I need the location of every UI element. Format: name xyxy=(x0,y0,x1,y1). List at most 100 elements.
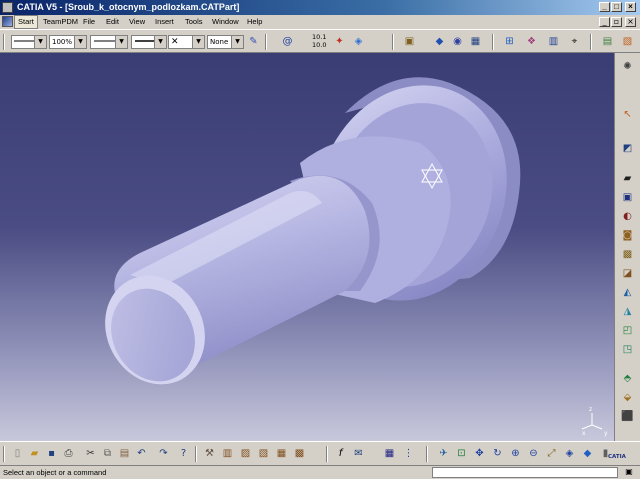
render-style-icon[interactable]: ◆ xyxy=(580,446,595,461)
draft-icon[interactable]: ⬘ xyxy=(620,371,635,386)
select-arrow-icon[interactable]: ↖ xyxy=(620,107,635,122)
point-symbol-combo[interactable]: ✕ ▼ xyxy=(168,35,205,49)
compass-icon[interactable]: ✺ xyxy=(620,59,635,74)
fit-all-icon[interactable]: ⊡ xyxy=(454,446,469,461)
line-type-icon xyxy=(94,40,115,42)
shell-icon[interactable]: ⬙ xyxy=(620,390,635,405)
minimize-button[interactable]: _ xyxy=(599,2,610,12)
scale-top-label: 10.1 xyxy=(312,33,327,41)
compass-z-label: z xyxy=(589,406,592,413)
sketcher-icon[interactable]: ◈ xyxy=(351,34,366,49)
walk-icon[interactable]: ◆ xyxy=(432,34,447,49)
chevron-down-icon[interactable]: ▼ xyxy=(115,36,127,48)
catalog-icon[interactable]: ▦ xyxy=(468,34,483,49)
catalog-browser-icon[interactable]: ▦ xyxy=(274,446,289,461)
loft-icon[interactable]: ◮ xyxy=(620,304,635,319)
normal-view-icon[interactable]: ⤢ xyxy=(544,446,559,461)
command-input[interactable] xyxy=(432,467,618,478)
measure-item-icon[interactable]: ▥ xyxy=(220,446,235,461)
chevron-down-icon[interactable]: ▼ xyxy=(192,36,204,48)
undo-icon[interactable]: ↶ xyxy=(134,446,149,461)
measure-inertia-icon[interactable]: ▨ xyxy=(238,446,253,461)
slot-icon[interactable]: ◪ xyxy=(620,266,635,281)
zoom-combo[interactable]: 100% ▼ xyxy=(49,35,87,49)
redo-icon[interactable]: ↷ xyxy=(156,446,171,461)
format-painter-icon[interactable]: ✎ xyxy=(246,34,261,49)
zoom-in-icon[interactable]: ⊕ xyxy=(508,446,523,461)
properties-icon[interactable]: ▥ xyxy=(546,34,561,49)
hyperlink-icon[interactable]: @ xyxy=(280,34,295,49)
thickness-icon[interactable]: ⬛ xyxy=(620,409,635,424)
new-icon[interactable]: ▯ xyxy=(10,446,25,461)
save-icon[interactable]: ▪ xyxy=(44,446,59,461)
open-icon[interactable]: ▰ xyxy=(27,446,42,461)
close-button[interactable]: × xyxy=(625,2,636,12)
layer-combo[interactable]: None ▼ xyxy=(207,35,244,49)
cut-icon[interactable]: ✂ xyxy=(83,446,98,461)
doc-minimize-button[interactable]: _ xyxy=(599,17,610,27)
line-type-combo[interactable]: ▼ xyxy=(90,35,128,49)
print-icon[interactable]: ⎙ xyxy=(61,446,76,461)
rib-icon[interactable]: ▩ xyxy=(620,247,635,262)
menu-window[interactable]: Window xyxy=(212,15,239,29)
analysis-icon[interactable]: ▧ xyxy=(256,446,271,461)
chevron-down-icon[interactable]: ▼ xyxy=(74,36,86,48)
tree-icon[interactable]: ⋮ xyxy=(401,446,416,461)
menu-start[interactable]: Start xyxy=(14,15,38,29)
rotate-icon[interactable]: ↻ xyxy=(490,446,505,461)
apply-material-icon[interactable]: ✦ xyxy=(332,34,347,49)
paste-icon[interactable]: ▤ xyxy=(117,446,132,461)
formula-icon[interactable]: f xyxy=(333,446,348,461)
bottom-icon[interactable]: ▧ xyxy=(620,34,635,49)
chevron-down-icon[interactable]: ▼ xyxy=(231,36,243,48)
menu-tools[interactable]: Tools xyxy=(185,15,203,29)
line-weight-combo[interactable]: ▼ xyxy=(131,35,167,49)
menu-insert[interactable]: Insert xyxy=(155,15,174,29)
publication-icon[interactable]: ▩ xyxy=(292,446,307,461)
zoom-out-icon[interactable]: ⊖ xyxy=(526,446,541,461)
line-color-combo[interactable]: ▼ xyxy=(11,35,47,49)
graphic-properties-toolbar: ▼ 100% ▼ ▼ ▼ ✕ ▼ None ▼ ✎ @ 10.1 10.0 ✦ … xyxy=(0,29,640,53)
split-view-icon[interactable]: ⊞ xyxy=(502,34,517,49)
menu-edit[interactable]: Edit xyxy=(106,15,119,29)
fly-mode-icon[interactable]: ▣ xyxy=(402,34,417,49)
pad-icon[interactable]: ▰ xyxy=(620,171,635,186)
doc-close-button[interactable]: × xyxy=(625,17,636,27)
3d-viewport[interactable]: z x y xyxy=(0,53,614,441)
pocket-icon[interactable]: ▣ xyxy=(620,190,635,205)
sketch-icon[interactable]: ◩ xyxy=(620,141,635,156)
command-icon[interactable]: ▣ xyxy=(622,465,636,478)
menu-view[interactable]: View xyxy=(129,15,145,29)
fillet-icon[interactable]: ◰ xyxy=(620,323,635,338)
standard-toolbar: ▯ ▰ ▪ ⎙ ✂ ⧉ ▤ ↶ ↷ ? ⚒ ▥ ▨ ▧ ▦ ▩ f ✉ ▦ ⋮ … xyxy=(0,441,640,465)
menu-help[interactable]: Help xyxy=(247,15,262,29)
part-render: z x y xyxy=(105,77,608,437)
chevron-down-icon[interactable]: ▼ xyxy=(34,36,46,48)
measure-icon[interactable]: ⚒ xyxy=(202,446,217,461)
stiffener-icon[interactable]: ◭ xyxy=(620,285,635,300)
look-at-icon[interactable]: ◉ xyxy=(450,34,465,49)
comment-icon[interactable]: ✉ xyxy=(351,446,366,461)
shaft-icon[interactable]: ◐ xyxy=(620,209,635,224)
knowledge-icon[interactable]: ❖ xyxy=(524,34,539,49)
pan-icon[interactable]: ⌖ xyxy=(567,34,582,49)
catia-app-icon[interactable] xyxy=(2,2,13,13)
toolbar-separator xyxy=(392,34,394,50)
pan-icon[interactable]: ✥ xyxy=(472,446,487,461)
copy-icon[interactable]: ⧉ xyxy=(100,446,115,461)
chamfer-icon[interactable]: ◳ xyxy=(620,342,635,357)
document-icon[interactable] xyxy=(2,16,13,27)
chevron-down-icon[interactable]: ▼ xyxy=(154,36,166,48)
menu-teampdm[interactable]: TeamPDM xyxy=(43,15,78,29)
scale-icon[interactable]: 10.1 10.0 xyxy=(312,33,326,49)
views-icon[interactable]: ◈ xyxy=(562,446,577,461)
status-bar: Select an object or a command ▣ xyxy=(0,465,640,479)
maximize-button[interactable]: □ xyxy=(611,2,622,12)
fly-icon[interactable]: ✈ xyxy=(436,446,451,461)
hole-icon[interactable]: ◙ xyxy=(620,228,635,243)
measure-icon[interactable]: ▤ xyxy=(600,34,615,49)
table-icon[interactable]: ▦ xyxy=(382,446,397,461)
doc-restore-button[interactable]: ▫ xyxy=(611,17,622,27)
menu-file[interactable]: File xyxy=(83,15,95,29)
whats-this-icon[interactable]: ? xyxy=(176,446,191,461)
